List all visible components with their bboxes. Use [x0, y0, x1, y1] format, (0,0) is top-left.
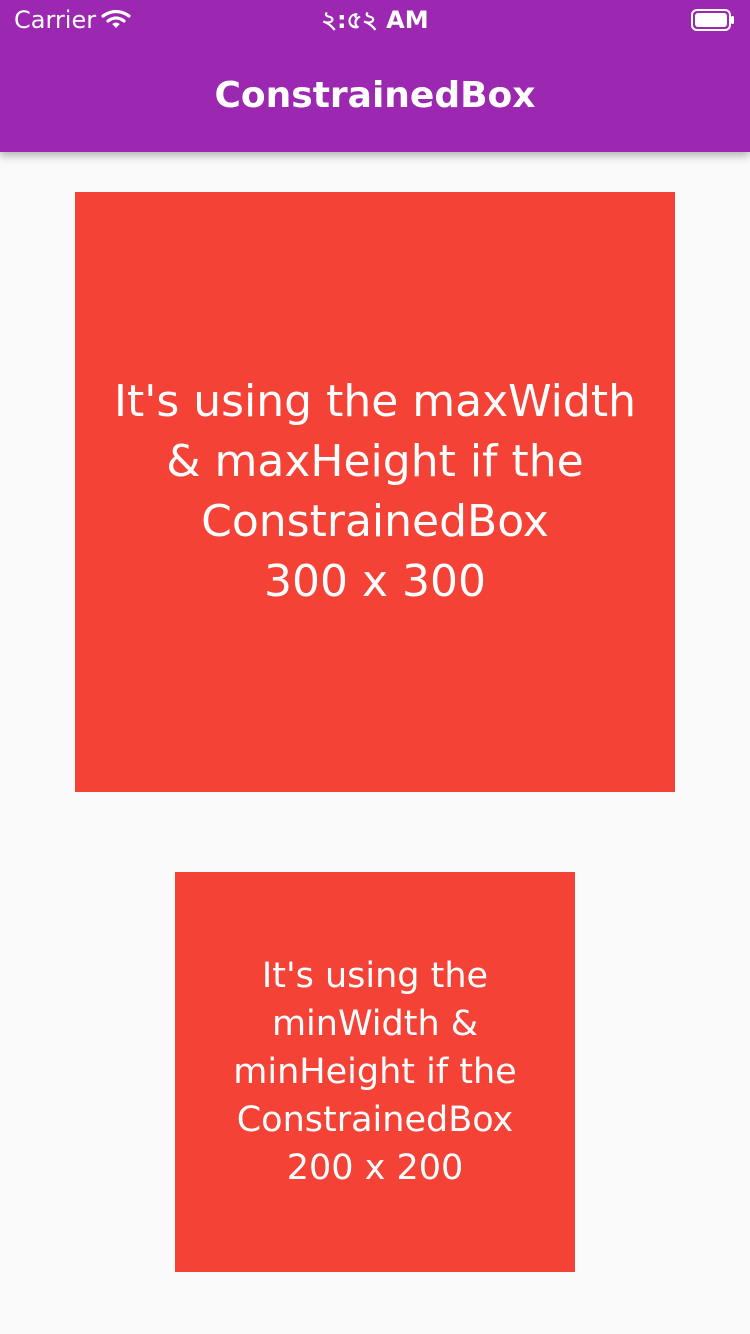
status-bar: Carrier ২:৫২ AM — [0, 0, 750, 40]
battery-icon — [691, 9, 734, 31]
status-time: ২:৫২ AM — [321, 6, 429, 34]
page-title: ConstrainedBox — [214, 75, 536, 116]
min-constraint-text: It's using the minWidth & minHeight if t… — [233, 956, 517, 1188]
max-constraint-box: It's using the maxWidth & maxHeight if t… — [75, 192, 675, 792]
min-constraint-box: It's using the minWidth & minHeight if t… — [175, 872, 575, 1272]
max-constraint-text: It's using the maxWidth & maxHeight if t… — [114, 376, 636, 607]
app-header: Carrier ২:৫২ AM ConstrainedBox — [0, 0, 750, 152]
